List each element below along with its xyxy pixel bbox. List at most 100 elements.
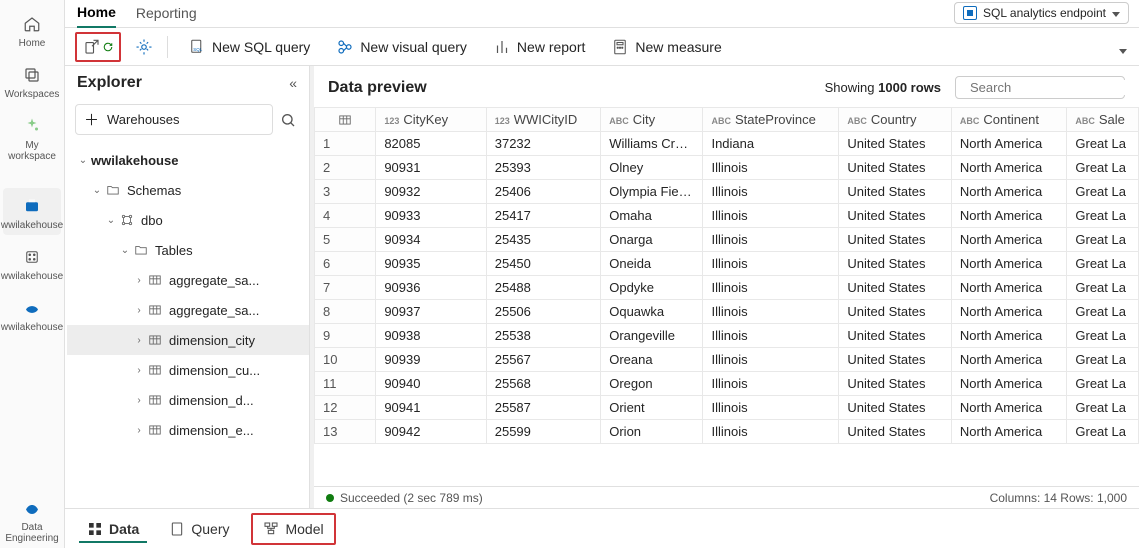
data-cell[interactable]: Great La xyxy=(1067,156,1139,180)
data-cell[interactable]: North America xyxy=(951,276,1067,300)
data-cell[interactable]: Great La xyxy=(1067,348,1139,372)
tree-node-table[interactable]: ›dimension_d... xyxy=(67,385,309,415)
data-cell[interactable]: 90935 xyxy=(376,252,486,276)
data-cell[interactable]: 25393 xyxy=(486,156,601,180)
nav-data-engineering[interactable]: Data Engineering xyxy=(3,490,61,548)
tab-reporting[interactable]: Reporting xyxy=(136,1,197,27)
tree-node-table[interactable]: ›dimension_cu... xyxy=(67,355,309,385)
tab-data[interactable]: Data xyxy=(79,515,147,543)
row-number-header[interactable] xyxy=(315,108,376,132)
data-cell[interactable]: Onarga xyxy=(601,228,703,252)
data-cell[interactable]: Great La xyxy=(1067,132,1139,156)
data-cell[interactable]: Olney xyxy=(601,156,703,180)
column-header[interactable]: 123WWICityID xyxy=(486,108,601,132)
data-cell[interactable]: United States xyxy=(839,300,951,324)
new-sql-query-button[interactable]: SQL New SQL query xyxy=(182,34,316,60)
data-cell[interactable]: 90931 xyxy=(376,156,486,180)
data-cell[interactable]: Illinois xyxy=(703,252,839,276)
data-cell[interactable]: United States xyxy=(839,180,951,204)
table-row[interactable]: 139094225599OrionIllinoisUnited StatesNo… xyxy=(315,420,1139,444)
data-cell[interactable]: 25538 xyxy=(486,324,601,348)
data-cell[interactable]: United States xyxy=(839,252,951,276)
data-cell[interactable]: Illinois xyxy=(703,228,839,252)
table-row[interactable]: 99093825538OrangevilleIllinoisUnited Sta… xyxy=(315,324,1139,348)
data-cell[interactable]: 25506 xyxy=(486,300,601,324)
data-cell[interactable]: North America xyxy=(951,372,1067,396)
data-cell[interactable]: Illinois xyxy=(703,396,839,420)
collapse-icon[interactable]: « xyxy=(289,75,297,91)
data-cell[interactable]: Orion xyxy=(601,420,703,444)
data-cell[interactable]: 25406 xyxy=(486,180,601,204)
data-cell[interactable]: Opdyke xyxy=(601,276,703,300)
new-report-button[interactable]: New report xyxy=(487,34,591,60)
new-measure-button[interactable]: New measure xyxy=(605,34,727,60)
data-cell[interactable]: Olympia Fields xyxy=(601,180,703,204)
data-cell[interactable]: North America xyxy=(951,324,1067,348)
data-cell[interactable]: North America xyxy=(951,252,1067,276)
column-header[interactable]: ABCCountry xyxy=(839,108,951,132)
data-cell[interactable]: 25567 xyxy=(486,348,601,372)
data-cell[interactable]: 90932 xyxy=(376,180,486,204)
data-cell[interactable]: Oneida xyxy=(601,252,703,276)
data-cell[interactable]: 90934 xyxy=(376,228,486,252)
tree-node-table[interactable]: ›aggregate_sa... xyxy=(67,295,309,325)
nav-workspaces[interactable]: Workspaces xyxy=(3,57,61,104)
data-cell[interactable]: United States xyxy=(839,372,951,396)
table-row[interactable]: 49093325417OmahaIllinoisUnited StatesNor… xyxy=(315,204,1139,228)
table-row[interactable]: 39093225406Olympia FieldsIllinoisUnited … xyxy=(315,180,1139,204)
data-cell[interactable]: 90937 xyxy=(376,300,486,324)
data-cell[interactable]: United States xyxy=(839,204,951,228)
explorer-search-button[interactable] xyxy=(277,109,299,131)
data-cell[interactable]: 90941 xyxy=(376,396,486,420)
data-cell[interactable]: Great La xyxy=(1067,396,1139,420)
data-cell[interactable]: Illinois xyxy=(703,204,839,228)
search-field[interactable] xyxy=(970,80,1139,95)
tab-home[interactable]: Home xyxy=(77,0,116,28)
data-cell[interactable]: 25488 xyxy=(486,276,601,300)
data-cell[interactable]: 25435 xyxy=(486,228,601,252)
table-row[interactable]: 69093525450OneidaIllinoisUnited StatesNo… xyxy=(315,252,1139,276)
data-cell[interactable]: 37232 xyxy=(486,132,601,156)
data-cell[interactable]: 25417 xyxy=(486,204,601,228)
data-cell[interactable]: Illinois xyxy=(703,300,839,324)
data-cell[interactable]: United States xyxy=(839,348,951,372)
data-cell[interactable]: United States xyxy=(839,276,951,300)
table-row[interactable]: 79093625488OpdykeIllinoisUnited StatesNo… xyxy=(315,276,1139,300)
data-cell[interactable]: 90942 xyxy=(376,420,486,444)
data-cell[interactable]: 90938 xyxy=(376,324,486,348)
settings-icon[interactable] xyxy=(135,38,153,56)
data-cell[interactable]: North America xyxy=(951,204,1067,228)
data-cell[interactable]: Illinois xyxy=(703,324,839,348)
data-cell[interactable]: North America xyxy=(951,180,1067,204)
data-cell[interactable]: 82085 xyxy=(376,132,486,156)
data-cell[interactable]: United States xyxy=(839,324,951,348)
column-header[interactable]: 123CityKey xyxy=(376,108,486,132)
data-cell[interactable]: North America xyxy=(951,396,1067,420)
tree-node-table[interactable]: ›aggregate_sa... xyxy=(67,265,309,295)
nav-wwilakehouse-3[interactable]: wwilakehouse xyxy=(3,290,61,337)
table-row[interactable]: 129094125587OrientIllinoisUnited StatesN… xyxy=(315,396,1139,420)
tab-model[interactable]: Model xyxy=(251,513,335,545)
table-row[interactable]: 109093925567OreanaIllinoisUnited StatesN… xyxy=(315,348,1139,372)
column-header[interactable]: ABCContinent xyxy=(951,108,1067,132)
data-cell[interactable]: 25568 xyxy=(486,372,601,396)
data-cell[interactable]: Orient xyxy=(601,396,703,420)
data-cell[interactable]: Oregon xyxy=(601,372,703,396)
new-visual-query-button[interactable]: New visual query xyxy=(330,34,473,60)
nav-my-workspace[interactable]: My workspace xyxy=(3,108,61,166)
data-cell[interactable]: North America xyxy=(951,420,1067,444)
data-cell[interactable]: Illinois xyxy=(703,420,839,444)
preview-search-input[interactable] xyxy=(955,76,1125,99)
data-cell[interactable]: United States xyxy=(839,228,951,252)
data-cell[interactable]: North America xyxy=(951,156,1067,180)
data-cell[interactable]: United States xyxy=(839,396,951,420)
warehouses-button[interactable]: ＋ Warehouses xyxy=(75,104,273,135)
data-cell[interactable]: Illinois xyxy=(703,348,839,372)
data-cell[interactable]: 90933 xyxy=(376,204,486,228)
data-cell[interactable]: Illinois xyxy=(703,156,839,180)
data-cell[interactable]: Great La xyxy=(1067,372,1139,396)
toolbar-overflow[interactable] xyxy=(1119,42,1127,57)
tree-node-table[interactable]: ›dimension_city xyxy=(67,325,309,355)
column-header[interactable]: ABCStateProvince xyxy=(703,108,839,132)
data-cell[interactable]: 25450 xyxy=(486,252,601,276)
